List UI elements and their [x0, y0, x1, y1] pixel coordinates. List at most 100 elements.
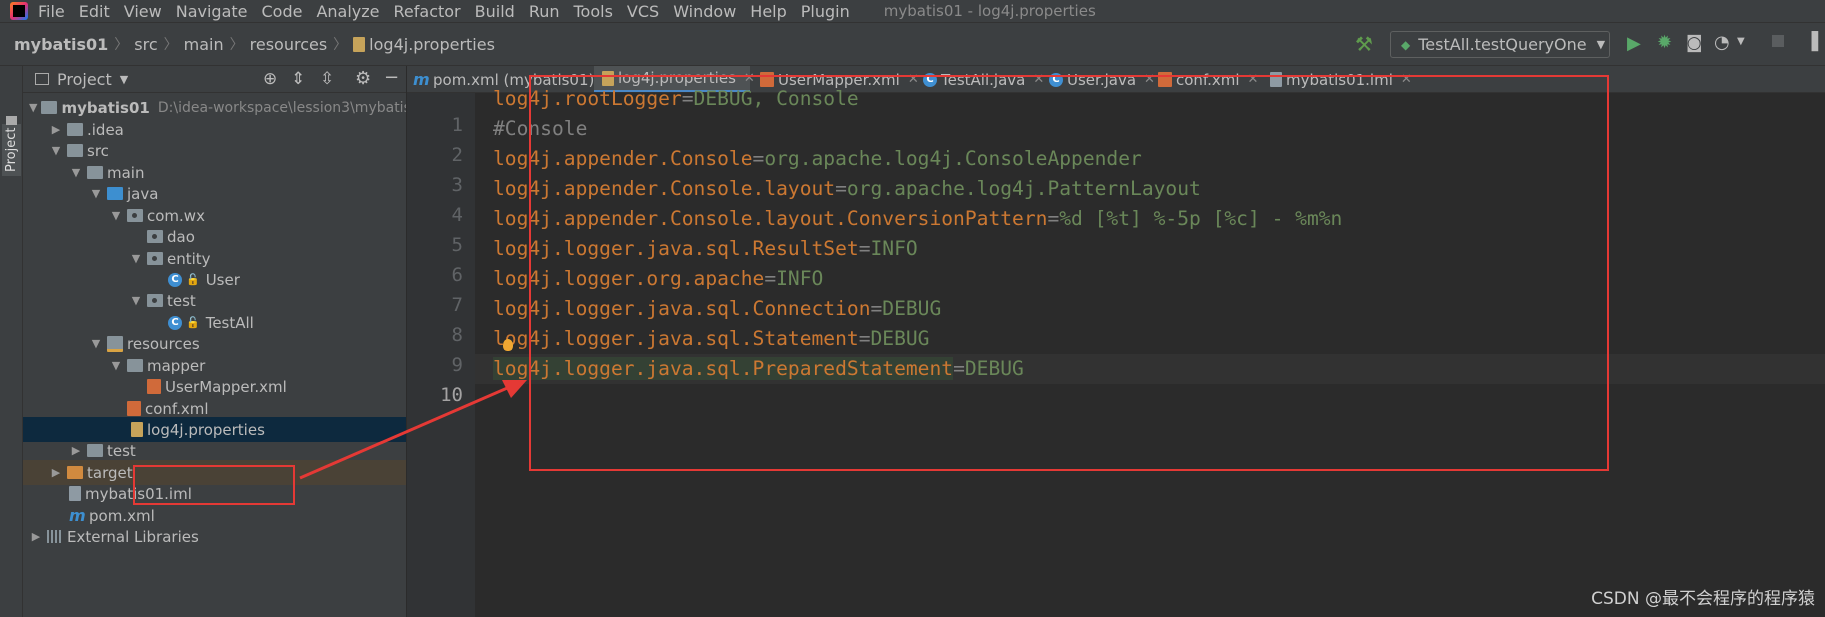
- line-number-gutter: 1 2 3 4 5 6 7 8 9 10: [407, 93, 475, 617]
- package-icon: [147, 294, 163, 307]
- tree-item-label: mybatis01: [61, 98, 150, 117]
- annotation-box-file: [133, 465, 295, 505]
- menu-analyze[interactable]: Analyze: [316, 2, 379, 21]
- menu-build[interactable]: Build: [475, 2, 515, 21]
- breadcrumb-separator-icon: 〉: [163, 37, 178, 53]
- tree-item-label: User: [205, 270, 240, 289]
- breadcrumb-project[interactable]: mybatis01: [0, 35, 114, 54]
- breadcrumb-main[interactable]: main: [178, 35, 230, 54]
- tree-item-label: log4j.properties: [147, 420, 265, 439]
- properties-file-icon: [131, 422, 143, 437]
- xml-file-icon: [147, 379, 161, 394]
- project-panel-header: Project ▼ ⊕ ⇕ ⇳ ⚙ −: [23, 66, 406, 93]
- chevron-down-icon[interactable]: ▼: [89, 337, 103, 350]
- folder-icon: [67, 123, 83, 136]
- class-icon: C: [168, 272, 182, 287]
- line-number: 1: [451, 114, 463, 136]
- folder-icon: [87, 444, 103, 457]
- tree-item-label: pom.xml: [89, 506, 155, 525]
- menu-window[interactable]: Window: [673, 2, 736, 21]
- locate-icon[interactable]: ⊕: [263, 69, 277, 89]
- chevron-down-icon[interactable]: ▼: [49, 144, 63, 157]
- menu-run[interactable]: Run: [529, 2, 560, 21]
- package-icon: [147, 252, 163, 265]
- tree-item-label: mapper: [147, 356, 206, 375]
- layout-icon[interactable]: ▐: [1805, 32, 1818, 52]
- lightbulb-icon[interactable]: [503, 339, 513, 351]
- line-number: 7: [451, 294, 463, 316]
- breadcrumb-separator-icon: 〉: [114, 37, 129, 53]
- build-hammer-icon[interactable]: ⚒: [1355, 32, 1373, 56]
- menu-file[interactable]: File: [38, 2, 65, 21]
- package-icon: [147, 230, 163, 243]
- tree-item-label: com.wx: [147, 206, 205, 225]
- chevron-down-icon[interactable]: ▼: [109, 209, 123, 222]
- chevron-down-icon[interactable]: ▼: [69, 166, 83, 179]
- tree-item-label: TestAll: [205, 313, 254, 332]
- tree-item-label: target: [87, 463, 133, 482]
- chevron-down-icon[interactable]: ▼: [129, 252, 143, 265]
- maven-icon: m: [413, 70, 430, 89]
- run-config-label: TestAll.testQueryOne: [1418, 35, 1587, 54]
- menu-tools[interactable]: Tools: [574, 2, 613, 21]
- debug-icon[interactable]: ✹: [1657, 32, 1672, 53]
- menu-view[interactable]: View: [124, 2, 162, 21]
- window-title: mybatis01 - log4j.properties: [883, 2, 1096, 20]
- resources-folder-icon: [107, 335, 123, 352]
- profile-icon[interactable]: ◔: [1714, 32, 1730, 53]
- hide-icon[interactable]: −: [384, 67, 399, 88]
- stop-icon[interactable]: [1772, 35, 1784, 47]
- xml-file-icon: [127, 401, 141, 416]
- package-icon: [127, 209, 143, 222]
- project-panel-title[interactable]: Project: [57, 70, 112, 89]
- tree-item-label: test: [107, 441, 136, 460]
- breadcrumb-file[interactable]: log4j.properties: [369, 35, 501, 54]
- collapse-all-icon[interactable]: ⇳: [320, 69, 334, 89]
- folder-icon: [127, 359, 143, 372]
- chevron-right-icon[interactable]: ▶: [49, 123, 63, 136]
- menu-refactor[interactable]: Refactor: [394, 2, 461, 21]
- chevron-down-icon[interactable]: ▼: [109, 359, 123, 372]
- structure-icon[interactable]: [6, 116, 17, 125]
- chevron-right-icon[interactable]: ▶: [69, 444, 83, 457]
- menu-navigate[interactable]: Navigate: [176, 2, 248, 21]
- run-icon[interactable]: ▶: [1627, 33, 1641, 54]
- chevron-right-icon[interactable]: ▶: [49, 466, 63, 479]
- expand-all-icon[interactable]: ⇕: [291, 69, 305, 89]
- chevron-down-icon[interactable]: ▼: [89, 187, 103, 200]
- chevron-down-icon[interactable]: ▼: [29, 101, 37, 114]
- breadcrumb-resources[interactable]: resources: [244, 35, 334, 54]
- folder-icon: [87, 166, 103, 179]
- tree-item-label: main: [107, 163, 145, 182]
- library-icon: [47, 530, 63, 543]
- breadcrumb-src[interactable]: src: [128, 35, 163, 54]
- tree-item-label: conf.xml: [145, 399, 209, 418]
- gear-icon[interactable]: ⚙: [355, 68, 371, 89]
- more-run-options-icon[interactable]: ▼: [1737, 36, 1745, 47]
- lock-icon: 🔓: [186, 273, 200, 286]
- line-number: 4: [451, 204, 463, 226]
- line-number: 6: [451, 264, 463, 286]
- run-configuration-selector[interactable]: ◆ TestAll.testQueryOne ▼: [1390, 31, 1610, 58]
- project-tool-window-button[interactable]: Project: [2, 123, 21, 176]
- chevron-down-icon[interactable]: ▼: [120, 73, 128, 86]
- menu-vcs[interactable]: VCS: [627, 2, 659, 21]
- chevron-down-icon[interactable]: ▼: [129, 294, 143, 307]
- tree-item-label: resources: [127, 334, 200, 353]
- intellij-logo-icon: [10, 2, 28, 20]
- chevron-right-icon[interactable]: ▶: [29, 530, 43, 543]
- line-number: 3: [451, 174, 463, 196]
- tree-item-label: UserMapper.xml: [165, 377, 287, 396]
- folder-icon: [67, 144, 83, 157]
- menu-help[interactable]: Help: [750, 2, 786, 21]
- tree-item[interactable]: ▶ External Libraries: [23, 524, 406, 549]
- menu-edit[interactable]: Edit: [79, 2, 110, 21]
- folder-icon: [67, 466, 83, 479]
- tree-item-label: test: [167, 291, 196, 310]
- folder-icon: [41, 101, 58, 114]
- tree-item-label: .idea: [87, 120, 124, 139]
- coverage-icon[interactable]: ◙: [1686, 33, 1703, 53]
- menu-bar: File Edit View Navigate Code Analyze Ref…: [0, 0, 1825, 22]
- menu-code[interactable]: Code: [262, 2, 303, 21]
- menu-plugin[interactable]: Plugin: [801, 2, 850, 21]
